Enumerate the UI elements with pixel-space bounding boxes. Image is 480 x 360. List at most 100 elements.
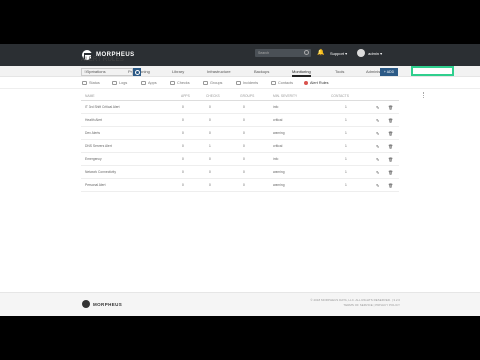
filter-search-button[interactable] bbox=[133, 68, 141, 76]
edit-icon[interactable]: ✎ bbox=[376, 101, 379, 114]
footer-logo: MORPHEUS bbox=[82, 300, 122, 308]
table-row[interactable]: Personal Alert 0 0 0 warning 1 ✎ 🗑 bbox=[81, 179, 399, 192]
nav-infrastructure[interactable]: Infrastructure bbox=[207, 66, 231, 77]
cell-name[interactable]: Network Connectivity bbox=[85, 166, 116, 179]
cell-checks: 0 bbox=[209, 131, 211, 135]
edit-icon[interactable]: ✎ bbox=[376, 114, 379, 127]
letterbox-top bbox=[0, 0, 480, 44]
trash-icon[interactable]: 🗑 bbox=[388, 127, 393, 140]
cell-checks: 0 bbox=[209, 105, 211, 109]
morpheus-logo-icon bbox=[82, 300, 90, 308]
cell-contacts: 1 bbox=[345, 118, 347, 122]
cell-contacts: 1 bbox=[345, 131, 347, 135]
trash-icon[interactable]: 🗑 bbox=[388, 179, 393, 192]
top-header: MORPHEUS Search 🔔 Support ▾ admin ▾ bbox=[0, 44, 480, 66]
notification-bell-icon[interactable]: 🔔 bbox=[317, 50, 324, 57]
cell-checks: 1 bbox=[209, 144, 211, 148]
header-groups[interactable]: GROUPS bbox=[240, 92, 254, 101]
cell-groups: 0 bbox=[243, 118, 245, 122]
alert-icon bbox=[304, 81, 308, 85]
header-apps[interactable]: APPS bbox=[181, 92, 190, 101]
nav-library[interactable]: Library bbox=[172, 66, 184, 77]
cell-name[interactable]: IT 3rd Shift Critical Alert bbox=[85, 101, 120, 114]
table-row[interactable]: Health Alert 0 0 0 critical 1 ✎ 🗑 bbox=[81, 114, 399, 127]
sub-nav: Status Logs Apps Checks Groups Incidents… bbox=[0, 77, 480, 89]
header-contacts[interactable]: CONTACTS bbox=[331, 92, 349, 101]
cell-severity: info bbox=[273, 157, 279, 161]
nav-monitoring[interactable]: Monitoring bbox=[292, 66, 311, 77]
cell-contacts: 1 bbox=[345, 105, 347, 109]
cell-groups: 0 bbox=[243, 131, 245, 135]
cell-severity: info bbox=[273, 105, 279, 109]
subnav-checks[interactable]: Checks bbox=[170, 77, 190, 89]
subnav-groups[interactable]: Groups bbox=[203, 77, 222, 89]
user-menu[interactable]: admin ▾ bbox=[357, 49, 382, 57]
footer-links[interactable]: TERMS OF SERVICE | PRIVACY POLICY bbox=[310, 303, 400, 308]
nav-tools[interactable]: Tools bbox=[335, 66, 344, 77]
subnav-logs[interactable]: Logs bbox=[112, 77, 127, 89]
cell-groups: 0 bbox=[243, 183, 245, 187]
cell-apps: 0 bbox=[182, 183, 184, 187]
edit-icon[interactable]: ✎ bbox=[376, 140, 379, 153]
table-row[interactable]: DNS Servers Alert 0 1 0 critical 1 ✎ 🗑 bbox=[81, 140, 399, 153]
table-row[interactable]: Network Connectivity 0 0 0 warning 1 ✎ 🗑 bbox=[81, 166, 399, 179]
add-button[interactable]: + ADD bbox=[380, 68, 398, 76]
cell-name[interactable]: Health Alert bbox=[85, 114, 102, 127]
subnav-status[interactable]: Status bbox=[82, 77, 100, 89]
subnav-label: Status bbox=[89, 81, 100, 85]
subnav-contacts[interactable]: Contacts bbox=[271, 77, 293, 89]
trash-icon[interactable]: 🗑 bbox=[388, 153, 393, 166]
cell-apps: 0 bbox=[182, 118, 184, 122]
table-row[interactable]: Dev Alerts 0 0 0 warning 1 ✎ 🗑 bbox=[81, 127, 399, 140]
checks-icon bbox=[170, 81, 175, 85]
cell-checks: 0 bbox=[209, 170, 211, 174]
incidents-icon bbox=[236, 81, 241, 85]
avatar bbox=[357, 49, 366, 57]
cell-groups: 0 bbox=[243, 144, 245, 148]
cell-contacts: 1 bbox=[345, 144, 347, 148]
main-nav: Operations Provisioning Library Infrastr… bbox=[0, 66, 480, 77]
subnav-incidents[interactable]: Incidents bbox=[236, 77, 258, 89]
cell-apps: 0 bbox=[182, 170, 184, 174]
subnav-label: Checks bbox=[177, 81, 190, 85]
cell-name[interactable]: Dev Alerts bbox=[85, 127, 100, 140]
global-search-input[interactable]: Search bbox=[255, 49, 311, 57]
logs-icon bbox=[112, 81, 117, 85]
edit-icon[interactable]: ✎ bbox=[376, 127, 379, 140]
column-menu-icon[interactable] bbox=[423, 92, 425, 98]
edit-icon[interactable]: ✎ bbox=[376, 166, 379, 179]
edit-icon[interactable]: ✎ bbox=[376, 179, 379, 192]
support-menu[interactable]: Support ▾ bbox=[330, 51, 347, 56]
contacts-icon bbox=[271, 81, 276, 85]
table-row[interactable]: Emergency 0 0 0 info 1 ✎ 🗑 bbox=[81, 153, 399, 166]
cell-severity: critical bbox=[273, 144, 283, 148]
header-severity[interactable]: MIN. SEVERITY bbox=[273, 92, 297, 101]
cell-contacts: 1 bbox=[345, 170, 347, 174]
subnav-apps[interactable]: Apps bbox=[141, 77, 157, 89]
trash-icon[interactable]: 🗑 bbox=[388, 140, 393, 153]
cell-name[interactable]: Personal Alert bbox=[85, 179, 106, 192]
cell-severity: critical bbox=[273, 118, 283, 122]
nav-backups[interactable]: Backups bbox=[254, 66, 269, 77]
cell-severity: warning bbox=[273, 170, 285, 174]
trash-icon[interactable]: 🗑 bbox=[388, 101, 393, 114]
filter-input[interactable]: Search bbox=[81, 68, 133, 76]
apps-icon bbox=[141, 81, 146, 85]
cell-groups: 0 bbox=[243, 157, 245, 161]
cell-name[interactable]: Emergency bbox=[85, 153, 102, 166]
edit-icon[interactable]: ✎ bbox=[376, 153, 379, 166]
trash-icon[interactable]: 🗑 bbox=[388, 166, 393, 179]
header-name[interactable]: NAME bbox=[85, 92, 95, 101]
header-checks[interactable]: CHECKS bbox=[206, 92, 220, 101]
table-header: NAME APPS CHECKS GROUPS MIN. SEVERITY CO… bbox=[81, 92, 399, 101]
trash-icon[interactable]: 🗑 bbox=[388, 114, 393, 127]
search-icon bbox=[304, 50, 309, 55]
footer-copyright: © 2018 MORPHEUS DATA, LLC. ALL RIGHTS RE… bbox=[310, 298, 400, 308]
cell-name[interactable]: DNS Servers Alert bbox=[85, 140, 112, 153]
table-row[interactable]: IT 3rd Shift Critical Alert 0 0 0 info 1 ✎ 🗑 bbox=[81, 101, 399, 114]
subnav-label: Contacts bbox=[278, 81, 293, 85]
subnav-alert-rules[interactable]: Alert Rules bbox=[304, 77, 329, 89]
user-name: admin ▾ bbox=[368, 50, 383, 56]
groups-icon bbox=[203, 81, 208, 85]
search-placeholder: Search bbox=[258, 51, 270, 55]
